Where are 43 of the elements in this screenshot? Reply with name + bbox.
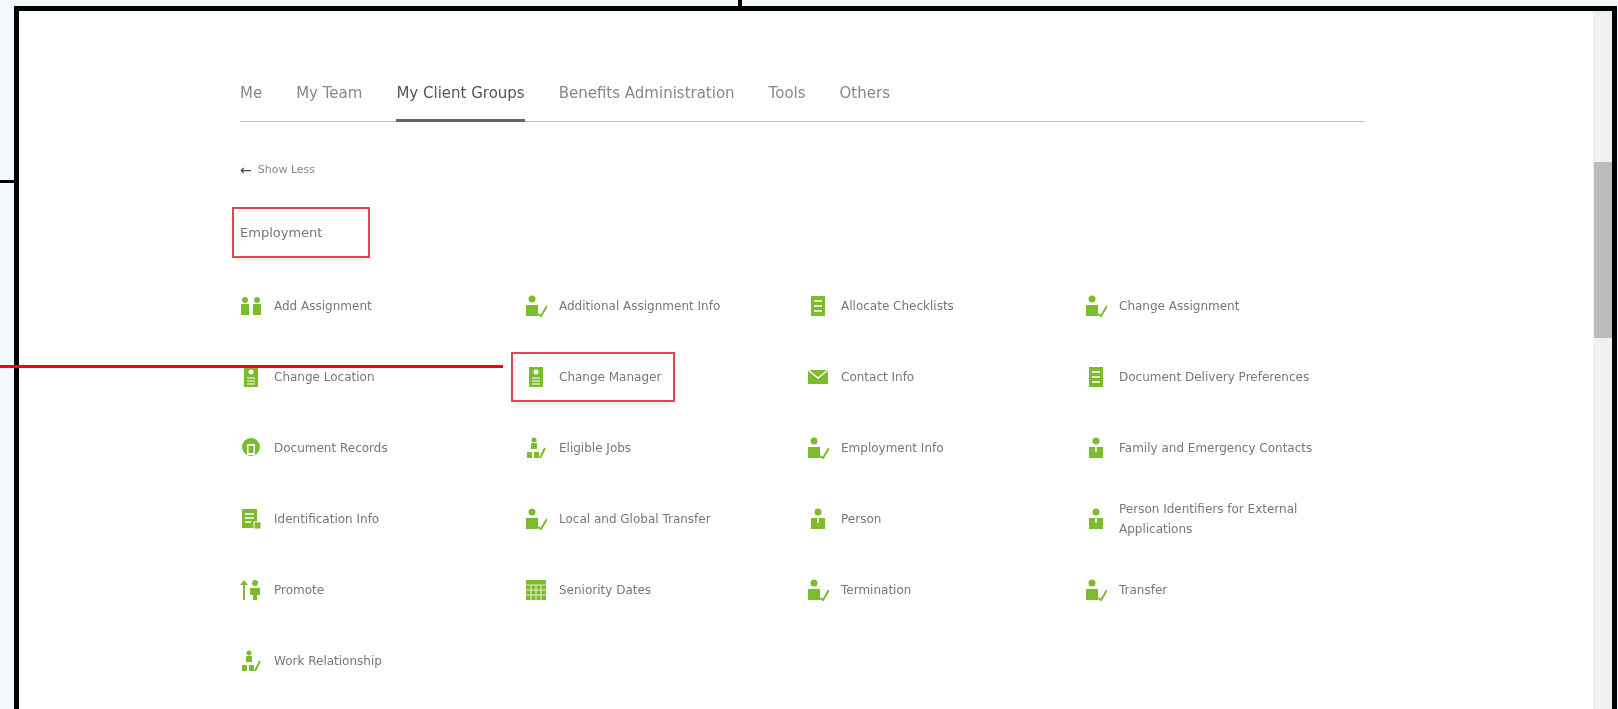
task-link[interactable]: Work Relationship — [228, 637, 394, 684]
task-link[interactable]: Change Manager — [513, 353, 674, 400]
back-arrow-icon[interactable]: ← — [240, 159, 252, 181]
task-link[interactable]: Promote — [228, 566, 337, 613]
people-icon — [240, 294, 262, 317]
person-check-icon — [525, 507, 547, 530]
nav-tab[interactable]: My Team — [296, 82, 363, 122]
task-link[interactable]: Contact Info — [795, 353, 927, 400]
task-link[interactable]: Identification Info — [228, 495, 392, 542]
task-link[interactable]: Add Assignment — [228, 282, 384, 329]
task-link[interactable]: Seniority Dates — [513, 566, 664, 613]
person-check-icon — [525, 294, 547, 317]
nav-tab[interactable]: Others — [839, 82, 890, 122]
task-link[interactable]: Allocate Checklists — [795, 282, 966, 329]
person-check-icon — [807, 436, 829, 459]
task-link[interactable]: Person Identifiers for External Applications — [1073, 486, 1351, 551]
nav-tab[interactable]: Tools — [768, 82, 806, 122]
nav-tab[interactable]: My Client Groups — [396, 82, 525, 122]
task-link[interactable]: Document Records — [228, 424, 400, 471]
person-up-arrow-icon — [240, 578, 262, 601]
task-link[interactable]: Additional Assignment Info — [513, 282, 733, 329]
document-icon — [240, 507, 262, 530]
task-link[interactable]: Change Assignment — [1073, 282, 1252, 329]
org-chart-icon — [240, 649, 262, 672]
task-link[interactable]: Change Location — [228, 353, 387, 400]
task-link[interactable]: Local and Global Transfer — [513, 495, 723, 542]
nav-tab[interactable]: Benefits Administration — [558, 82, 735, 122]
calendar-icon — [525, 578, 547, 601]
scrollbar-thumb[interactable] — [1594, 162, 1612, 338]
org-chart-icon — [525, 436, 547, 459]
task-link[interactable]: Person — [795, 495, 894, 542]
task-link[interactable]: Transfer — [1073, 566, 1180, 613]
person-check-icon — [807, 578, 829, 601]
nav-tab[interactable]: Me — [240, 82, 263, 122]
person-check-icon — [1085, 578, 1107, 601]
task-link[interactable]: Family and Emergency Contacts — [1073, 424, 1325, 471]
task-link[interactable]: Document Delivery Preferences — [1073, 353, 1322, 400]
person-check-icon — [1085, 294, 1107, 317]
task-link[interactable]: Eligible Jobs — [513, 424, 644, 471]
task-link[interactable]: Employment Info — [795, 424, 956, 471]
show-less-link[interactable]: Show Less — [257, 161, 316, 179]
task-link[interactable]: Termination — [795, 566, 924, 613]
section-title: Employment — [234, 208, 368, 256]
